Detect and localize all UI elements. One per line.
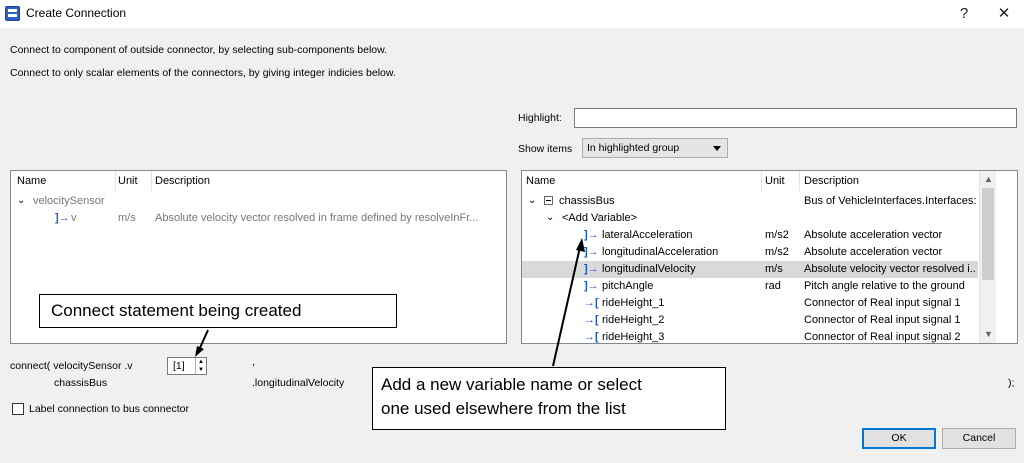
- right-tree-scrollbar[interactable]: ▲ ▼: [979, 171, 996, 343]
- spin-down-icon[interactable]: ▼: [196, 366, 206, 374]
- row-unit: rad: [765, 280, 781, 292]
- right-bus-tree[interactable]: Name Unit Description ⌄ chassisBus Bus o…: [521, 170, 1018, 344]
- callout-add-variable: Add a new variable name or select one us…: [372, 367, 726, 430]
- row-unit: m/s2: [765, 246, 789, 258]
- expand-chevron-icon[interactable]: ⌄: [17, 195, 25, 206]
- left-header-unit[interactable]: Unit: [118, 175, 138, 187]
- tree-row-chassisbus[interactable]: ⌄ chassisBus Bus of VehicleInterfaces.In…: [522, 193, 1017, 210]
- row-name: rideHeight_2: [602, 314, 665, 326]
- info-line-indices: Connect to only scalar elements of the c…: [10, 67, 396, 79]
- tree-row-longitudinalacceleration[interactable]: ]→ longitudinalAcceleration m/s2 Absolut…: [522, 244, 1017, 261]
- tree-row-add-variable[interactable]: ⌄ <Add Variable>: [522, 210, 1017, 227]
- row-name: rideHeight_3: [602, 331, 665, 343]
- tree-row-rideheight-2[interactable]: →[ rideHeight_2 Connector of Real input …: [522, 312, 1017, 329]
- tree-row-lateralacceleration[interactable]: ]→ lateralAcceleration m/s2 Absolute acc…: [522, 227, 1017, 244]
- help-button[interactable]: ?: [946, 3, 982, 25]
- title-bar: Create Connection ? ✕: [0, 0, 1024, 28]
- show-items-selected: In highlighted group: [587, 142, 680, 154]
- statement-bus-name: chassisBus: [54, 377, 108, 389]
- output-connector-icon: ]→: [584, 263, 599, 275]
- row-unit: m/s2: [765, 229, 789, 241]
- show-items-label: Show items: [518, 143, 573, 155]
- row-name: <Add Variable>: [562, 212, 638, 224]
- row-description: Bus of VehicleInterfaces.Interfaces: ...: [804, 195, 989, 207]
- index-value: [1]: [173, 360, 185, 372]
- scroll-up-icon[interactable]: ▲: [980, 171, 997, 188]
- row-name: rideHeight_1: [602, 297, 665, 309]
- row-name: v: [71, 212, 77, 224]
- tree-row-velocitysensor[interactable]: ⌄ velocitySensor: [11, 193, 506, 210]
- output-connector-icon: ]→: [584, 280, 599, 292]
- tree-row-pitchangle[interactable]: ]→ pitchAngle rad Pitch angle relative t…: [522, 278, 1017, 295]
- statement-member-name: .longitudinalVelocity: [252, 377, 345, 389]
- row-description: Pitch angle relative to the ground: [804, 280, 965, 292]
- callout-line-2: one used elsewhere from the list: [381, 399, 626, 418]
- right-header-name[interactable]: Name: [526, 175, 555, 187]
- show-items-dropdown[interactable]: In highlighted group: [582, 138, 728, 158]
- info-line-subcomponents: Connect to component of outside connecto…: [10, 44, 388, 56]
- input-connector-icon: →[: [584, 297, 599, 309]
- expand-chevron-icon[interactable]: ⌄: [546, 212, 554, 223]
- scrollbar-thumb[interactable]: [982, 188, 994, 280]
- highlight-label: Highlight:: [518, 112, 562, 124]
- row-name: longitudinalVelocity: [602, 263, 696, 275]
- scroll-down-icon[interactable]: ▼: [980, 326, 997, 343]
- window-title: Create Connection: [26, 6, 127, 20]
- close-button[interactable]: ✕: [986, 3, 1022, 25]
- row-description: Absolute velocity vector resolved in fra…: [155, 212, 479, 224]
- row-name: pitchAngle: [602, 280, 654, 292]
- connect-statement-prefix: connect( velocitySensor .v: [10, 360, 133, 372]
- ok-button[interactable]: OK: [862, 428, 936, 449]
- label-connection-label[interactable]: Label connection to bus connector: [29, 403, 189, 415]
- output-connector-icon: ]→: [584, 229, 599, 241]
- left-header-description[interactable]: Description: [155, 175, 210, 187]
- left-header-name[interactable]: Name: [17, 175, 46, 187]
- tree-row-rideheight-1[interactable]: →[ rideHeight_1 Connector of Real input …: [522, 295, 1017, 312]
- callout-connect-statement: Connect statement being created: [39, 294, 397, 328]
- tree-row-longitudinalvelocity[interactable]: ]→ longitudinalVelocity m/s Absolute vel…: [522, 261, 978, 278]
- chevron-down-icon: [713, 146, 721, 151]
- row-unit: m/s: [765, 263, 783, 275]
- output-connector-icon: ]→: [584, 246, 599, 258]
- output-connector-icon: ]→: [55, 212, 70, 224]
- input-connector-icon: →[: [584, 314, 599, 326]
- row-description: Absolute acceleration vector: [804, 246, 943, 258]
- input-connector-icon: →[: [584, 331, 599, 343]
- index-spinbox[interactable]: [1] ▲ ▼: [167, 357, 207, 375]
- row-unit: m/s: [118, 212, 136, 224]
- dymola-app-icon: [5, 6, 20, 21]
- tree-row-rideheight-3[interactable]: →[ rideHeight_3 Connector of Real input …: [522, 329, 1017, 343]
- row-description: Absolute acceleration vector: [804, 229, 943, 241]
- highlight-input[interactable]: [574, 108, 1017, 128]
- right-header-unit[interactable]: Unit: [765, 175, 785, 187]
- callout-line-1: Add a new variable name or select: [381, 375, 642, 394]
- row-name: velocitySensor: [33, 195, 105, 207]
- row-name: lateralAcceleration: [602, 229, 693, 241]
- row-description: Connector of Real input signal 1: [804, 314, 961, 326]
- cancel-button[interactable]: Cancel: [942, 428, 1016, 449]
- statement-comma: ,: [252, 356, 255, 368]
- bus-icon: [544, 196, 553, 205]
- label-connection-checkbox[interactable]: [12, 403, 24, 415]
- spin-up-icon[interactable]: ▲: [196, 358, 206, 366]
- right-header-description[interactable]: Description: [804, 175, 859, 187]
- row-description: Connector of Real input signal 2: [804, 331, 961, 343]
- statement-suffix: );: [1008, 377, 1015, 389]
- row-description: Absolute velocity vector resolved i...: [804, 263, 976, 275]
- row-name: longitudinalAcceleration: [602, 246, 719, 258]
- tree-row-v[interactable]: ]→ v m/s Absolute velocity vector resolv…: [11, 210, 506, 227]
- row-description: Connector of Real input signal 1: [804, 297, 961, 309]
- row-name: chassisBus: [559, 195, 615, 207]
- expand-chevron-icon[interactable]: ⌄: [528, 195, 536, 206]
